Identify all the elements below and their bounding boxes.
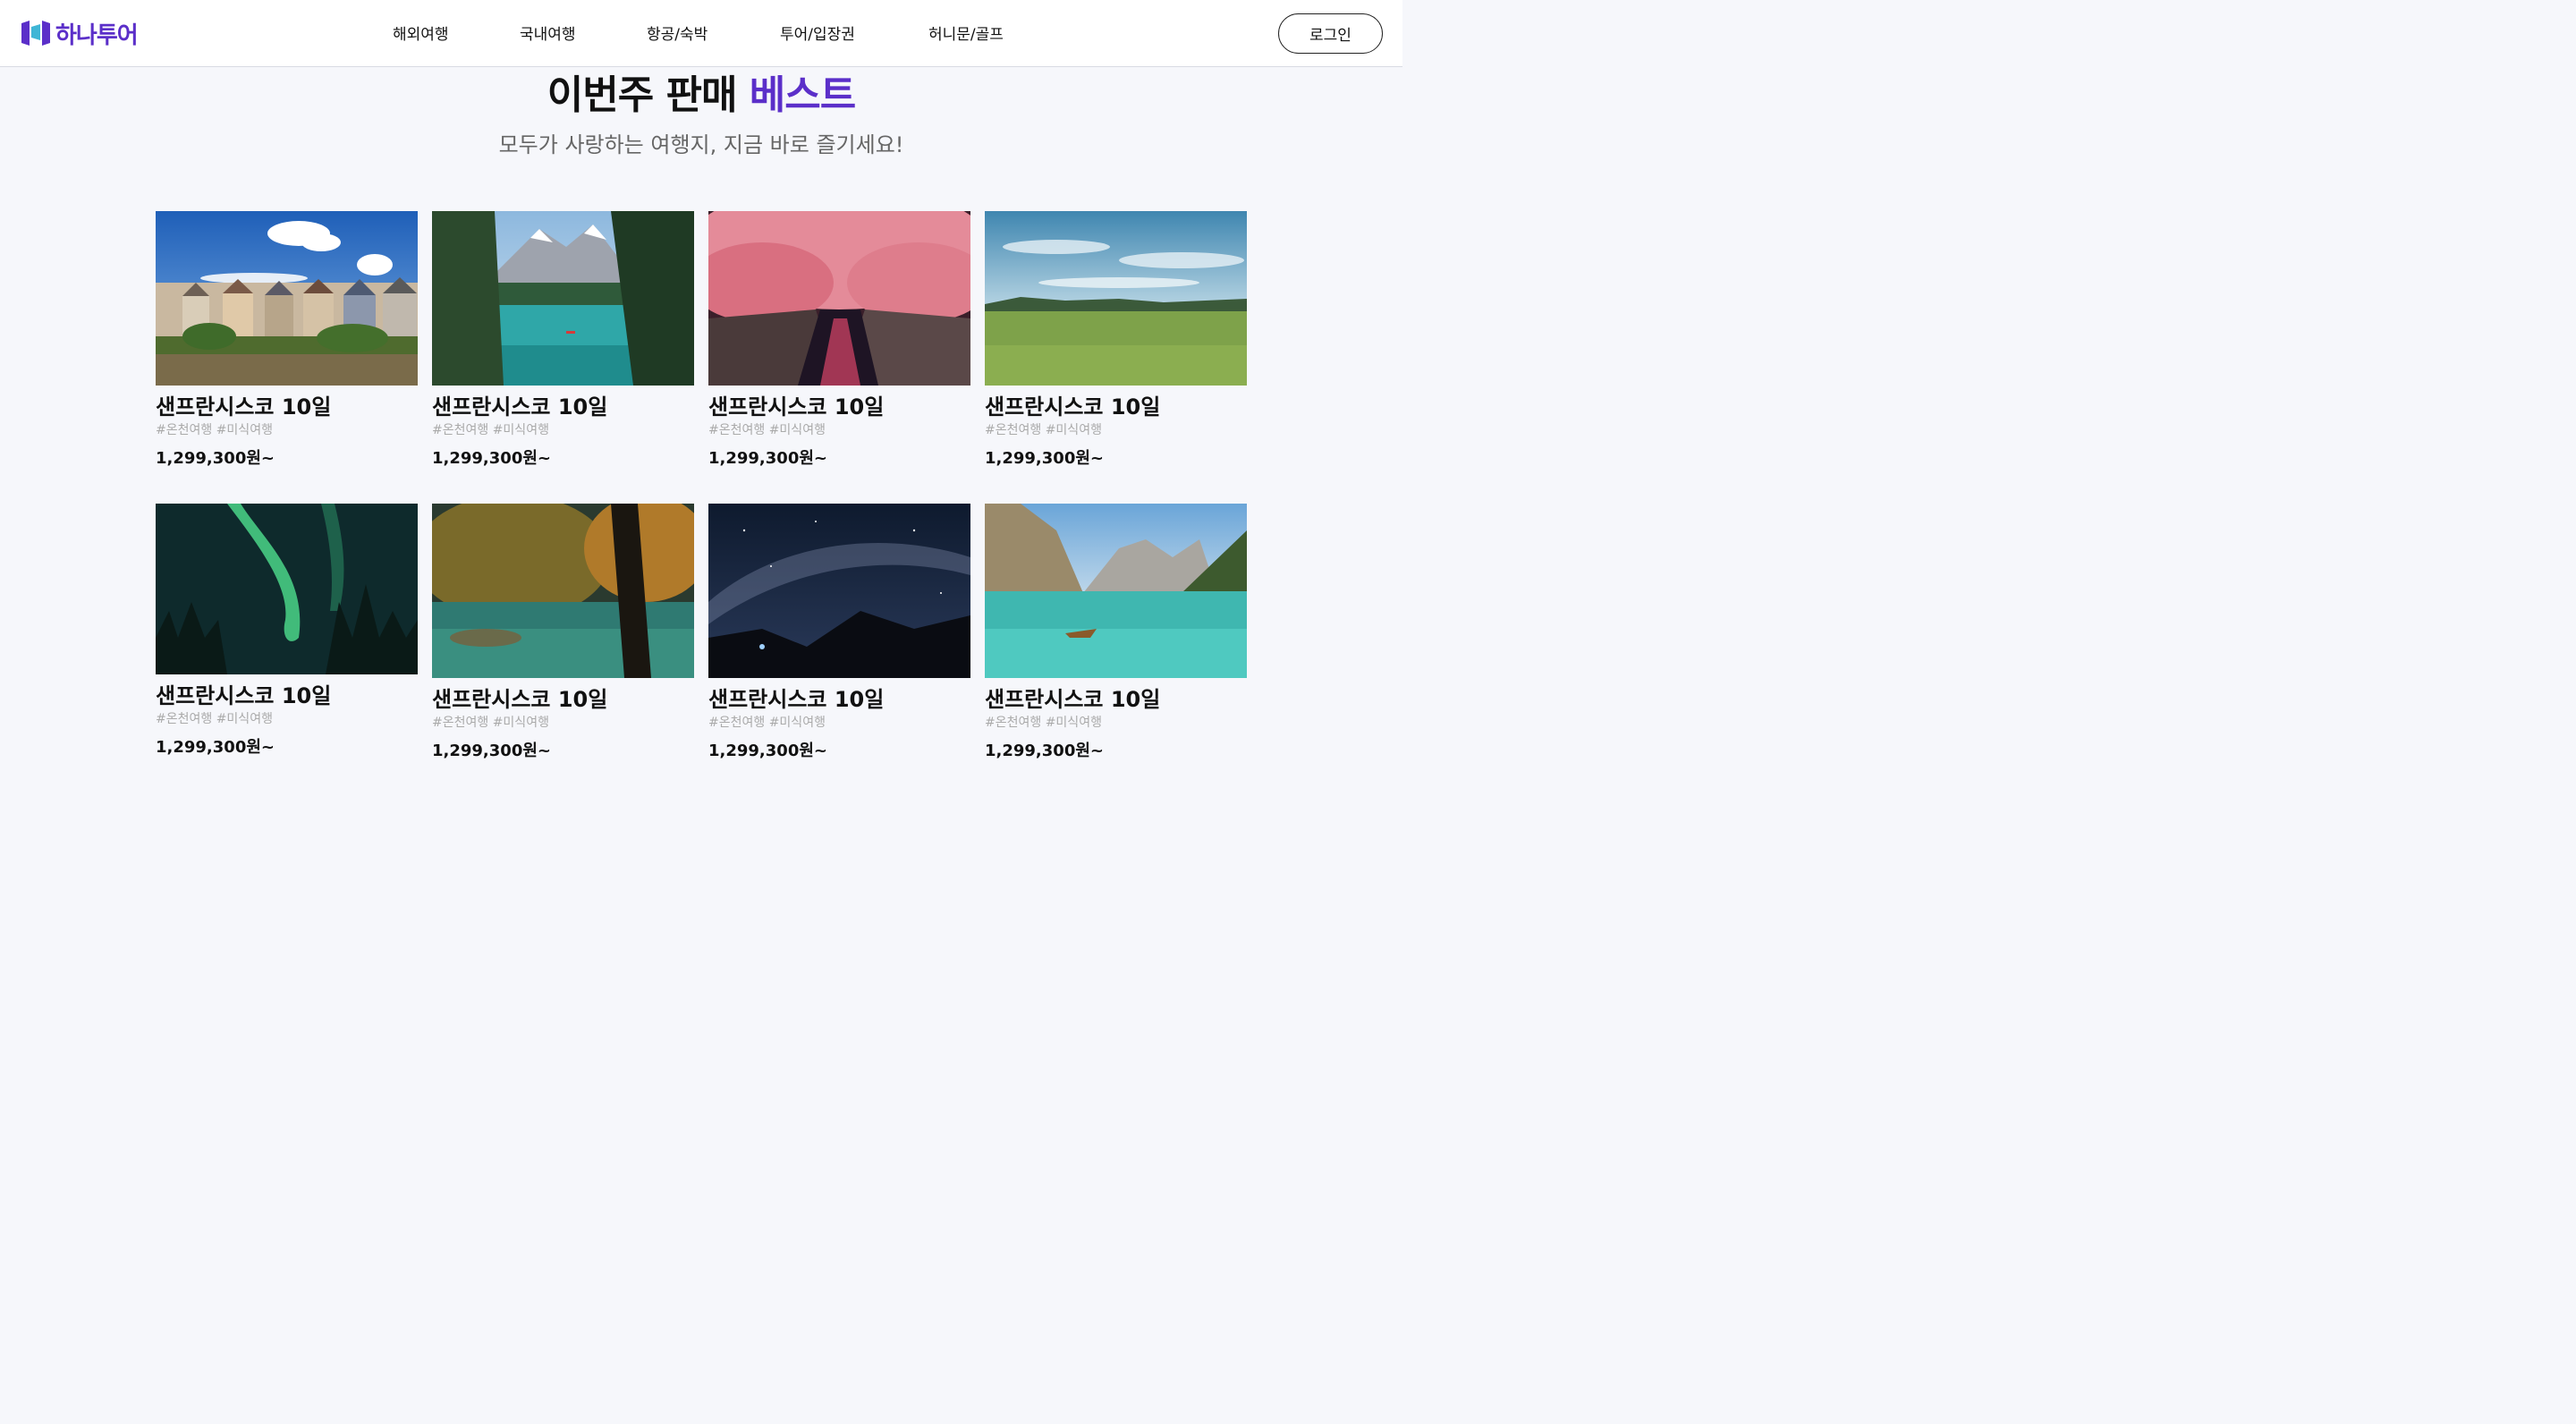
- section-title-accent: 베스트: [749, 72, 856, 118]
- product-title[interactable]: 샌프란시스코 10일: [156, 682, 418, 709]
- nav-item-overseas[interactable]: 해외여행: [393, 21, 449, 44]
- product-title[interactable]: 샌프란시스코 10일: [708, 394, 970, 420]
- product-card[interactable]: 샌프란시스코 10일 #온천여행 #미식여행 1,299,300원~: [156, 211, 418, 469]
- section-title: 이번주 판매 베스트: [0, 72, 1402, 120]
- main-nav: 해외여행 국내여행 항공/숙박 투어/입장권 허니문/골프: [0, 21, 1402, 45]
- product-tags: #온천여행 #미식여행: [708, 716, 826, 730]
- product-card[interactable]: 샌프란시스코 10일 #온천여행 #미식여행 1,299,300원~: [985, 504, 1247, 761]
- section-title-main: 이번주 판매: [547, 72, 738, 118]
- product-tags: #온천여행 #미식여행: [432, 423, 549, 437]
- product-tags: #온천여행 #미식여행: [985, 423, 1102, 437]
- product-image-aurora[interactable]: [156, 504, 418, 674]
- nav-item-honeymoon-golf[interactable]: 허니문/골프: [928, 21, 1004, 44]
- product-price: 1,299,300원~: [432, 742, 551, 760]
- nav-item-domestic[interactable]: 국내여행: [520, 21, 576, 44]
- product-card[interactable]: 샌프란시스코 10일 #온천여행 #미식여행 1,299,300원~: [432, 504, 694, 761]
- product-price: 1,299,300원~: [156, 738, 275, 757]
- product-title[interactable]: 샌프란시스코 10일: [156, 394, 418, 420]
- site-header: 하나투어 해외여행 국내여행 항공/숙박 투어/입장권 허니문/골프 로그인: [0, 0, 1402, 67]
- product-price: 1,299,300원~: [985, 449, 1104, 468]
- product-card[interactable]: 샌프란시스코 10일 #온천여행 #미식여행 1,299,300원~: [156, 504, 418, 758]
- product-image-autumn-lake[interactable]: [432, 504, 694, 678]
- product-card[interactable]: 샌프란시스코 10일 #온천여행 #미식여행 1,299,300원~: [432, 211, 694, 469]
- product-price: 1,299,300원~: [432, 449, 551, 468]
- nav-item-tour-ticket[interactable]: 투어/입장권: [780, 21, 855, 44]
- product-image-san-francisco[interactable]: [156, 211, 418, 386]
- product-image-mountain-lake[interactable]: [432, 211, 694, 386]
- product-tags: #온천여행 #미식여행: [985, 716, 1102, 730]
- product-price: 1,299,300원~: [985, 742, 1104, 760]
- product-title[interactable]: 샌프란시스코 10일: [708, 686, 970, 713]
- product-tags: #온천여행 #미식여행: [708, 423, 826, 437]
- product-image-cherry-blossom[interactable]: [708, 211, 970, 386]
- product-title[interactable]: 샌프란시스코 10일: [985, 394, 1247, 420]
- product-price: 1,299,300원~: [708, 742, 827, 760]
- product-title[interactable]: 샌프란시스코 10일: [985, 686, 1247, 713]
- product-tags: #온천여행 #미식여행: [432, 716, 549, 730]
- product-card[interactable]: 샌프란시스코 10일 #온천여행 #미식여행 1,299,300원~: [708, 211, 970, 469]
- product-image-milky-way[interactable]: [708, 504, 970, 678]
- product-card[interactable]: 샌프란시스코 10일 #온천여행 #미식여행 1,299,300원~: [985, 211, 1247, 469]
- product-image-green-meadow[interactable]: [985, 211, 1247, 386]
- product-card[interactable]: 샌프란시스코 10일 #온천여행 #미식여행 1,299,300원~: [708, 504, 970, 761]
- product-tags: #온천여행 #미식여행: [156, 712, 273, 726]
- product-image-alpine-lake[interactable]: [985, 504, 1247, 678]
- product-tags: #온천여행 #미식여행: [156, 423, 273, 437]
- nav-item-flight-hotel[interactable]: 항공/숙박: [647, 21, 708, 44]
- product-title[interactable]: 샌프란시스코 10일: [432, 686, 694, 713]
- product-price: 1,299,300원~: [708, 449, 827, 468]
- login-button[interactable]: 로그인: [1278, 13, 1383, 54]
- product-price: 1,299,300원~: [156, 449, 275, 468]
- product-title[interactable]: 샌프란시스코 10일: [432, 394, 694, 420]
- section-subtitle: 모두가 사랑하는 여행지, 지금 바로 즐기세요!: [498, 132, 904, 157]
